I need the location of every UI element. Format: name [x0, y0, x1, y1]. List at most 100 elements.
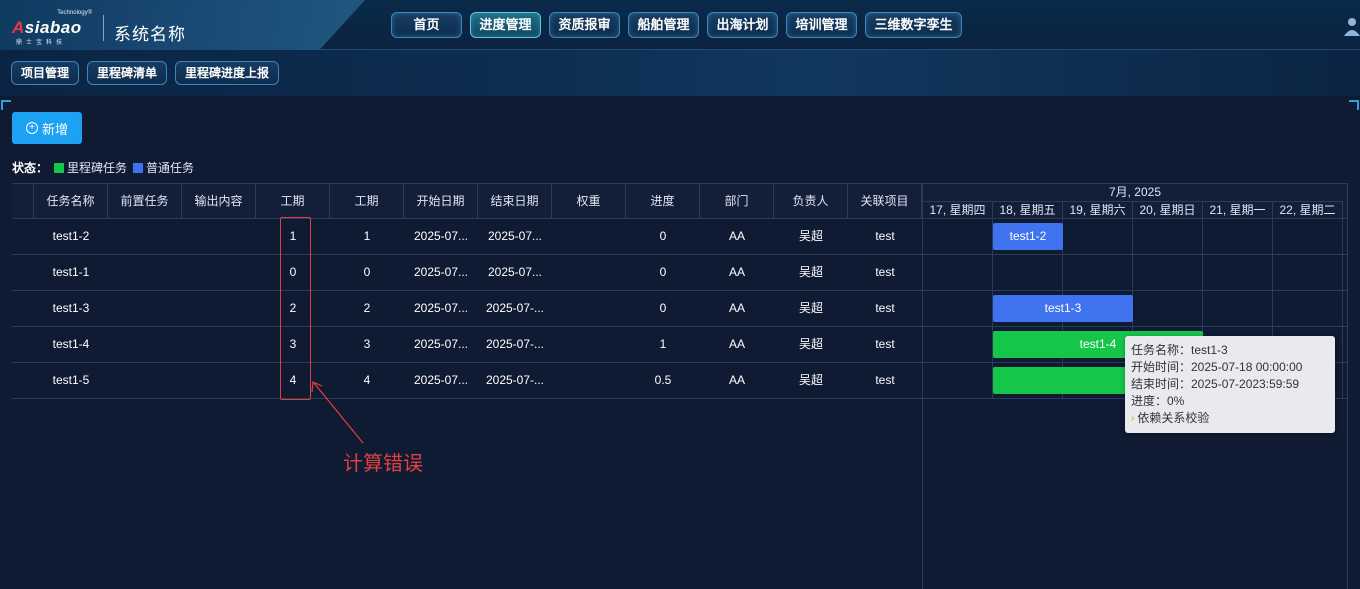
add-button[interactable]: + 新增	[12, 112, 82, 144]
task-grid-header: 任务名称 前置任务 输出内容 工期 工期 开始日期 结束日期 权重 进度 部门 …	[12, 183, 922, 219]
column-header-progress[interactable]: 进度	[626, 184, 700, 218]
annotation-arrow-icon	[311, 381, 364, 444]
gantt-day: 22, 星期二	[1273, 201, 1343, 218]
gantt-bar-test1-3[interactable]: test1-3	[993, 295, 1133, 322]
cell-progress: 0.5	[654, 373, 672, 387]
cell-project: test	[875, 301, 895, 315]
nav-home[interactable]: 首页	[391, 12, 462, 38]
gantt-day: 21, 星期一	[1203, 201, 1273, 218]
gantt-grid-line	[923, 254, 1347, 255]
column-header-end-date[interactable]: 结束日期	[478, 184, 552, 218]
table-row[interactable]: test1-4 3 3 2025-07... 2025-07-... 1 AA …	[12, 327, 922, 363]
gantt-day: 17, 星期四	[923, 201, 993, 218]
cell-start-date: 2025-07...	[413, 301, 469, 315]
column-header-predecessor[interactable]: 前置任务	[108, 184, 182, 218]
cell-progress: 0	[659, 265, 667, 279]
table-row[interactable]: test1-3 2 2 2025-07... 2025-07-... 0 AA …	[12, 291, 922, 327]
cell-task-name: test1-4	[52, 337, 90, 351]
nav-progress-management[interactable]: 进度管理	[470, 12, 541, 38]
task-grid: 任务名称 前置任务 输出内容 工期 工期 开始日期 结束日期 权重 进度 部门 …	[12, 183, 923, 589]
sub-nav: 项目管理 里程碑清单 里程碑进度上报	[11, 61, 280, 85]
cell-progress: 1	[659, 337, 667, 351]
top-navigation-bar: Technology® Asiabao 鼎士宝科技 系统名称 首页 进度管理 资…	[0, 0, 1360, 56]
column-header-department[interactable]: 部门	[700, 184, 774, 218]
logo-tech-text: Technology®	[57, 10, 92, 16]
cell-task-name: test1-1	[52, 265, 90, 279]
plus-circle-icon: +	[25, 122, 38, 134]
gantt-grid-line	[1342, 219, 1343, 399]
cell-task-name: test1-2	[52, 229, 90, 243]
cell-department: AA	[728, 301, 745, 315]
gantt-tooltip: 任务名称：test1-3 开始时间：2025-07-18 00:00:00 结束…	[1125, 336, 1335, 433]
milestone-swatch	[54, 162, 65, 173]
brand-panel: Technology® Asiabao 鼎士宝科技 系统名称	[0, 0, 365, 56]
system-name: 系统名称	[114, 25, 186, 44]
cell-end-date: 2025-07-...	[485, 301, 545, 315]
cell-duration-2: 0	[363, 265, 371, 279]
column-header-duration-2[interactable]: 工期	[330, 184, 404, 218]
column-header-duration-1[interactable]: 工期	[256, 184, 330, 218]
legend-item-normal: 普通任务	[133, 159, 194, 176]
cell-predecessor	[108, 327, 182, 362]
cell-owner: 吴超	[798, 265, 823, 279]
column-header-start-date[interactable]: 开始日期	[404, 184, 478, 218]
cell-start-date: 2025-07...	[413, 337, 469, 351]
cell-department: AA	[728, 265, 745, 279]
subnav-project-management[interactable]: 项目管理	[11, 61, 80, 85]
company-logo[interactable]: Technology® Asiabao 鼎士宝科技	[12, 10, 92, 46]
cell-start-date: 2025-07...	[413, 373, 469, 387]
subnav-milestone-list[interactable]: 里程碑清单	[87, 61, 168, 85]
column-header-index	[12, 184, 34, 218]
cell-owner: 吴超	[798, 373, 823, 387]
frame-corner-top-right	[1349, 100, 1359, 110]
main-nav: 首页 进度管理 资质报审 船舶管理 出海计划 培训管理 三维数字孪生	[391, 12, 962, 38]
cell-owner: 吴超	[798, 337, 823, 351]
cell-weight	[552, 291, 626, 326]
column-header-task-name[interactable]: 任务名称	[34, 184, 108, 218]
cell-duration-2: 1	[363, 229, 371, 243]
cell-duration-2: 3	[363, 337, 371, 351]
annotation-text: 计算错误	[343, 453, 423, 475]
normal-task-swatch	[133, 162, 144, 173]
gantt-bar-test1-2[interactable]: test1-2	[993, 223, 1063, 250]
cell-progress: 0	[659, 229, 667, 243]
cell-weight	[552, 327, 626, 362]
gantt-day-header: 17, 星期四 18, 星期五 19, 星期六 20, 星期日 21, 星期一 …	[923, 201, 1347, 219]
cell-project: test	[875, 229, 895, 243]
column-header-output[interactable]: 输出内容	[182, 184, 256, 218]
cell-end-date: 2025-07...	[487, 265, 543, 279]
cell-end-date: 2025-07...	[487, 229, 543, 243]
nav-training-management[interactable]: 培训管理	[786, 12, 857, 38]
gantt-day: 20, 星期日	[1133, 201, 1203, 218]
frame-corner-top-left	[1, 100, 11, 110]
nav-ship-management[interactable]: 船舶管理	[628, 12, 699, 38]
cell-start-date: 2025-07...	[413, 229, 469, 243]
cell-predecessor	[108, 363, 182, 398]
gantt-day: 18, 星期五	[993, 201, 1063, 218]
cell-progress: 0	[659, 301, 667, 315]
table-row[interactable]: test1-1 0 0 2025-07... 2025-07... 0 AA 吴…	[12, 255, 922, 291]
nav-digital-twin[interactable]: 三维数字孪生	[865, 12, 962, 38]
cell-predecessor	[108, 291, 182, 326]
cell-output	[182, 363, 256, 398]
nav-sea-plan[interactable]: 出海计划	[707, 12, 778, 38]
logo-brand-text: Asiabao	[12, 18, 82, 37]
gantt-month-header: 7月, 2025	[923, 183, 1347, 201]
cell-project: test	[875, 265, 895, 279]
tooltip-progress: 进度：0%	[1131, 394, 1185, 408]
tooltip-task-name: 任务名称：test1-3	[1131, 343, 1228, 357]
nav-qualification-review[interactable]: 资质报审	[549, 12, 620, 38]
cell-duration-2: 2	[363, 301, 371, 315]
column-header-weight[interactable]: 权重	[552, 184, 626, 218]
legend-item-milestone: 里程碑任务	[54, 159, 127, 176]
cell-predecessor	[108, 219, 182, 254]
app-root: Technology® Asiabao 鼎士宝科技 系统名称 首页 进度管理 资…	[0, 0, 1360, 589]
column-header-project[interactable]: 关联项目	[848, 184, 922, 218]
subnav-milestone-progress-report[interactable]: 里程碑进度上报	[175, 61, 280, 85]
cell-weight	[552, 363, 626, 398]
user-avatar-icon[interactable]	[1340, 14, 1360, 38]
table-row[interactable]: test1-2 1 1 2025-07... 2025-07... 0 AA 吴…	[12, 219, 922, 255]
table-row[interactable]: test1-5 4 4 2025-07... 2025-07-... 0.5 A…	[12, 363, 922, 399]
cell-weight	[552, 255, 626, 290]
column-header-owner[interactable]: 负责人	[774, 184, 848, 218]
